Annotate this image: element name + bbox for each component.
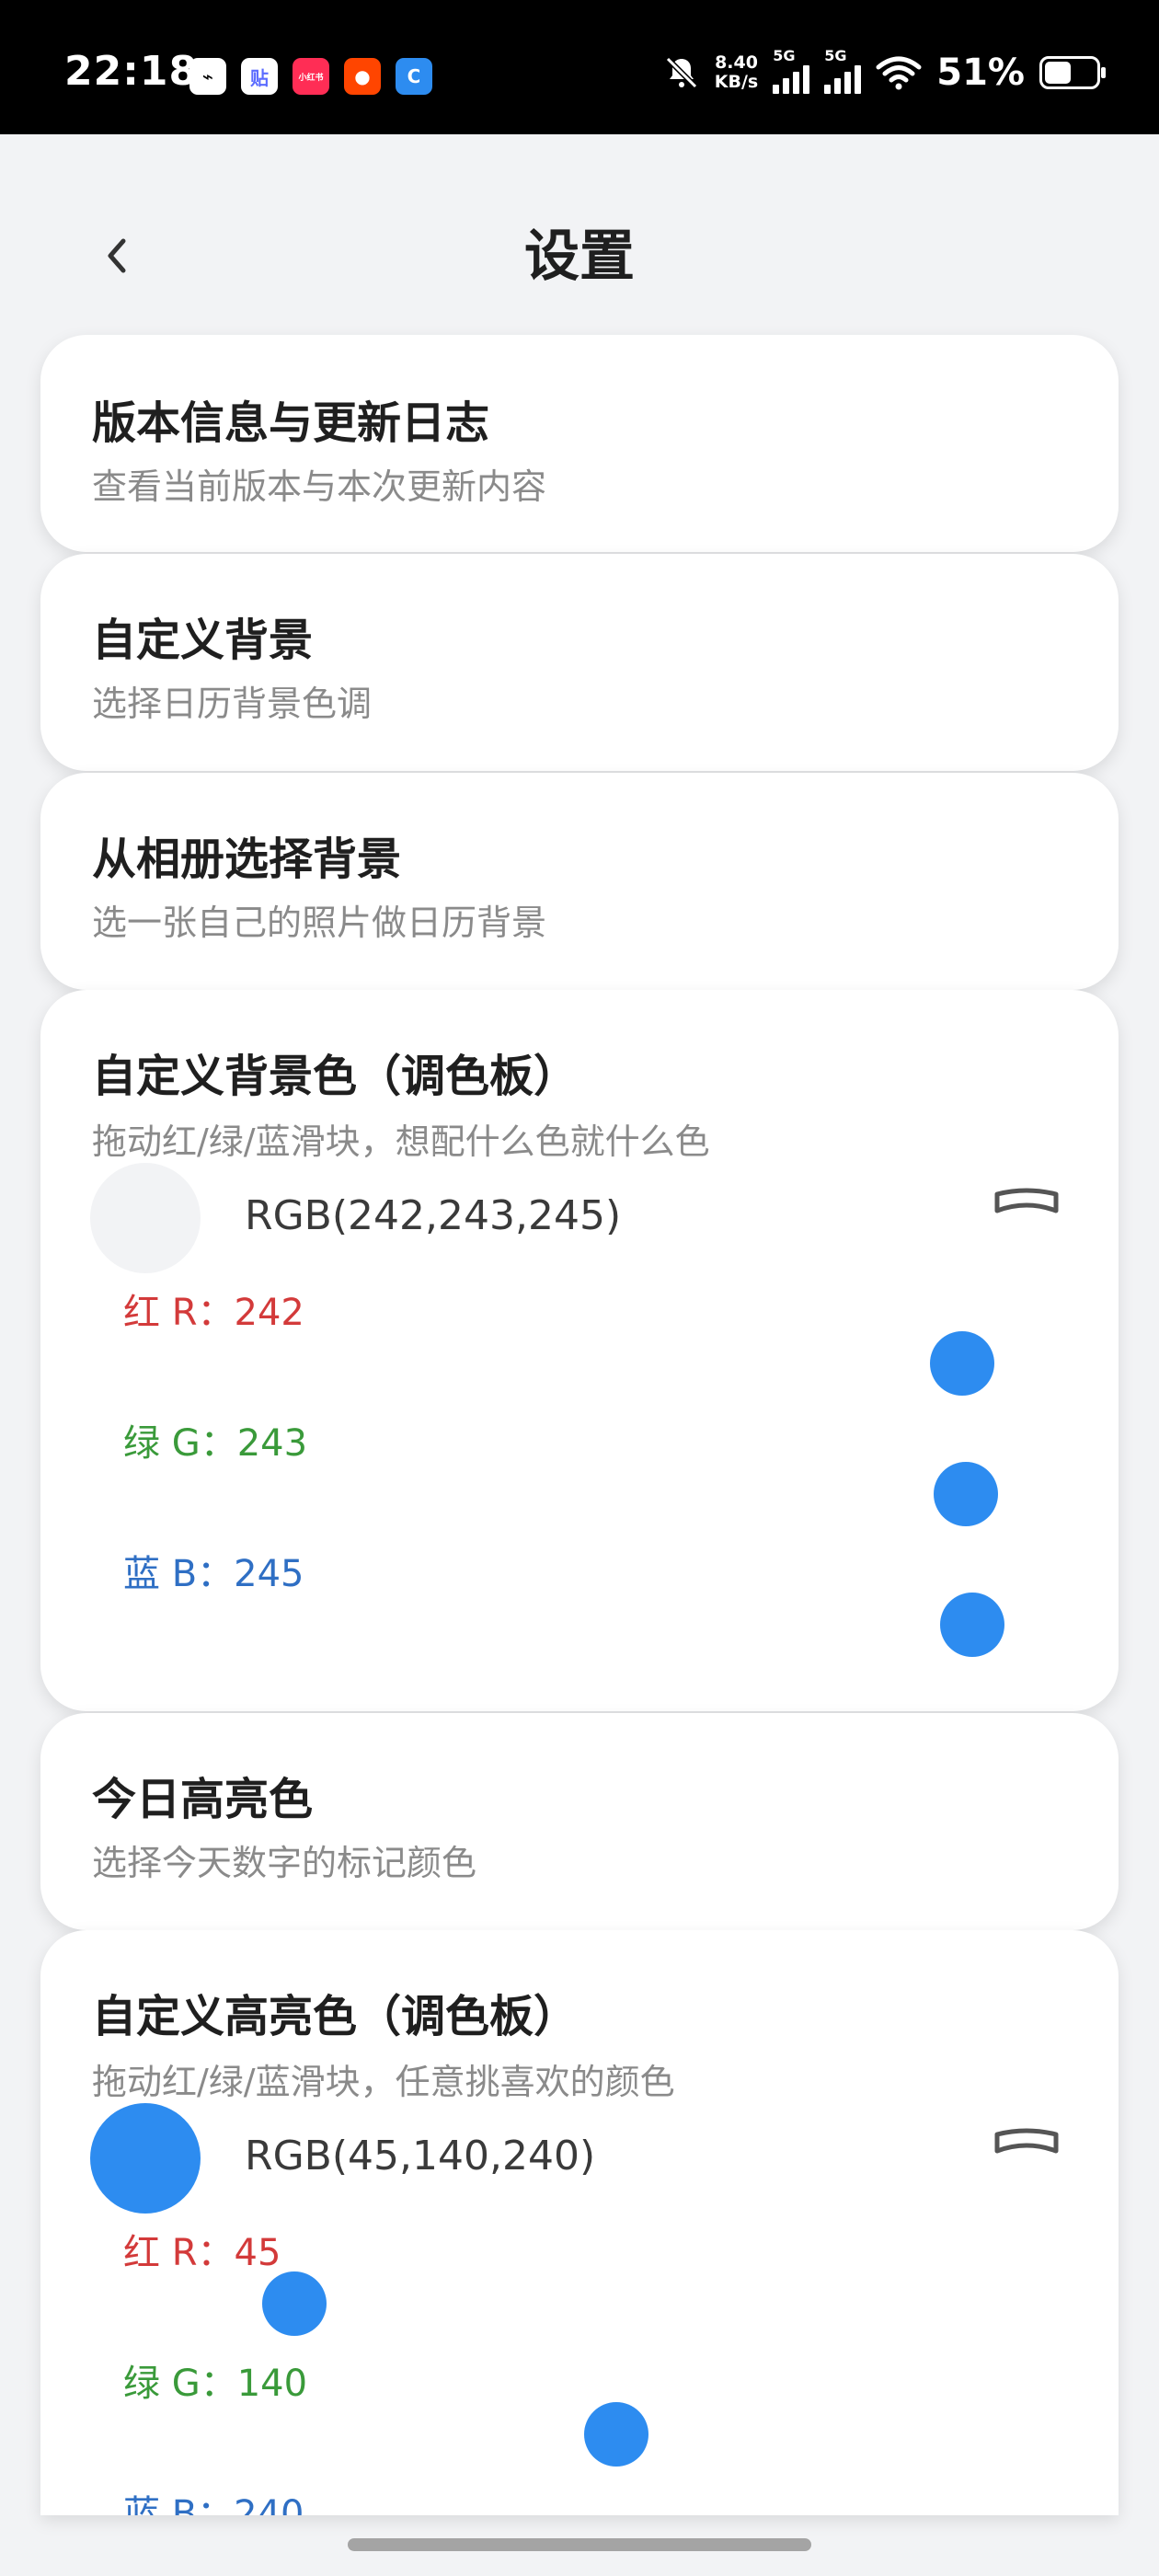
status-right: 8.40 KB/s 5G 5G 51% bbox=[663, 47, 1106, 94]
bell-muted-icon bbox=[665, 56, 697, 89]
album-background-title: 从相册选择背景 bbox=[92, 834, 402, 885]
xiaohongshu-icon: 小红书 bbox=[293, 58, 329, 95]
background-palette-subtitle: 拖动红/绿/蓝滑块，想配什么色就什么色 bbox=[92, 1121, 710, 1162]
custom-background-title: 自定义背景 bbox=[92, 615, 314, 666]
app-icon-5: C bbox=[396, 58, 432, 95]
home-indicator[interactable] bbox=[348, 2538, 811, 2551]
highlight-red-label: 红 R：45 bbox=[123, 2232, 281, 2274]
version-info-subtitle: 查看当前版本与本次更新内容 bbox=[92, 466, 547, 507]
collapse-toggle-icon[interactable] bbox=[992, 1185, 1061, 1216]
reddit-icon: ● bbox=[344, 58, 381, 95]
signal-2-label: 5G bbox=[824, 46, 847, 64]
highlight-color-swatch bbox=[90, 2103, 201, 2214]
background-palette-title: 自定义背景色（调色板） bbox=[92, 1051, 579, 1102]
app-icon-1: ⌁ bbox=[189, 58, 226, 95]
custom-background-card[interactable]: 自定义背景 选择日历背景色调 bbox=[40, 554, 1119, 771]
background-red-slider-thumb[interactable] bbox=[930, 1331, 995, 1396]
signal-5g-1-icon: 5G bbox=[773, 47, 810, 94]
album-background-subtitle: 选一张自己的照片做日历背景 bbox=[92, 903, 547, 943]
network-speed: 8.40 KB/s bbox=[715, 53, 758, 92]
speed-unit: KB/s bbox=[714, 72, 759, 92]
battery-fill bbox=[1045, 62, 1071, 84]
version-info-title: 版本信息与更新日志 bbox=[92, 397, 490, 449]
highlight-palette-card: 自定义高亮色（调色板） 拖动红/绿/蓝滑块，任意挑喜欢的颜色 RGB(45,14… bbox=[40, 1930, 1119, 2515]
background-blue-label: 蓝 B：245 bbox=[123, 1553, 304, 1595]
highlight-red-slider-thumb[interactable] bbox=[261, 2271, 327, 2336]
highlight-color-card[interactable]: 今日高亮色 选择今天数字的标记颜色 bbox=[40, 1713, 1119, 1930]
background-red-label: 红 R：242 bbox=[123, 1292, 304, 1334]
highlight-palette-subtitle: 拖动红/绿/蓝滑块，任意挑喜欢的颜色 bbox=[92, 2062, 675, 2102]
battery-percent: 51% bbox=[936, 52, 1025, 94]
highlight-green-label: 绿 G：140 bbox=[123, 2363, 308, 2405]
highlight-color-subtitle: 选择今天数字的标记颜色 bbox=[92, 1843, 477, 1883]
page-title: 设置 bbox=[524, 224, 635, 289]
background-green-slider-thumb[interactable] bbox=[933, 1462, 998, 1526]
speed-value: 8.40 bbox=[715, 52, 758, 73]
notification-app-icons: ⌁ 贴 小红书 ● C bbox=[189, 58, 432, 95]
wifi-icon bbox=[876, 56, 922, 90]
highlight-blue-label: 蓝 B：240 bbox=[123, 2493, 304, 2515]
highlight-palette-title: 自定义高亮色（调色板） bbox=[92, 1991, 579, 2042]
status-time: 22:18 bbox=[64, 48, 199, 95]
custom-background-subtitle: 选择日历背景色调 bbox=[92, 684, 373, 724]
background-green-label: 绿 G：243 bbox=[123, 1422, 308, 1465]
version-info-card[interactable]: 版本信息与更新日志 查看当前版本与本次更新内容 bbox=[40, 335, 1119, 552]
tieba-icon: 贴 bbox=[241, 58, 278, 95]
highlight-rgb-value: RGB(45,140,240) bbox=[245, 2133, 596, 2179]
album-background-card[interactable]: 从相册选择背景 选一张自己的照片做日历背景 bbox=[40, 773, 1119, 990]
background-color-swatch bbox=[90, 1163, 201, 1273]
background-rgb-value: RGB(242,243,245) bbox=[245, 1192, 622, 1239]
collapse-toggle-icon[interactable] bbox=[992, 2125, 1061, 2156]
status-bar: 22:18 ⌁ 贴 小红书 ● C 8.40 KB/s 5G 5G 51% bbox=[0, 0, 1159, 134]
highlight-green-slider-thumb[interactable] bbox=[584, 2402, 649, 2467]
signal-5g-2-icon: 5G bbox=[824, 47, 862, 94]
background-palette-card: 自定义背景色（调色板） 拖动红/绿/蓝滑块，想配什么色就什么色 RGB(242,… bbox=[40, 990, 1119, 1711]
highlight-color-title: 今日高亮色 bbox=[92, 1774, 314, 1825]
background-blue-slider-thumb[interactable] bbox=[940, 1593, 1005, 1657]
signal-1-label: 5G bbox=[773, 46, 796, 64]
battery-icon bbox=[1039, 56, 1106, 89]
